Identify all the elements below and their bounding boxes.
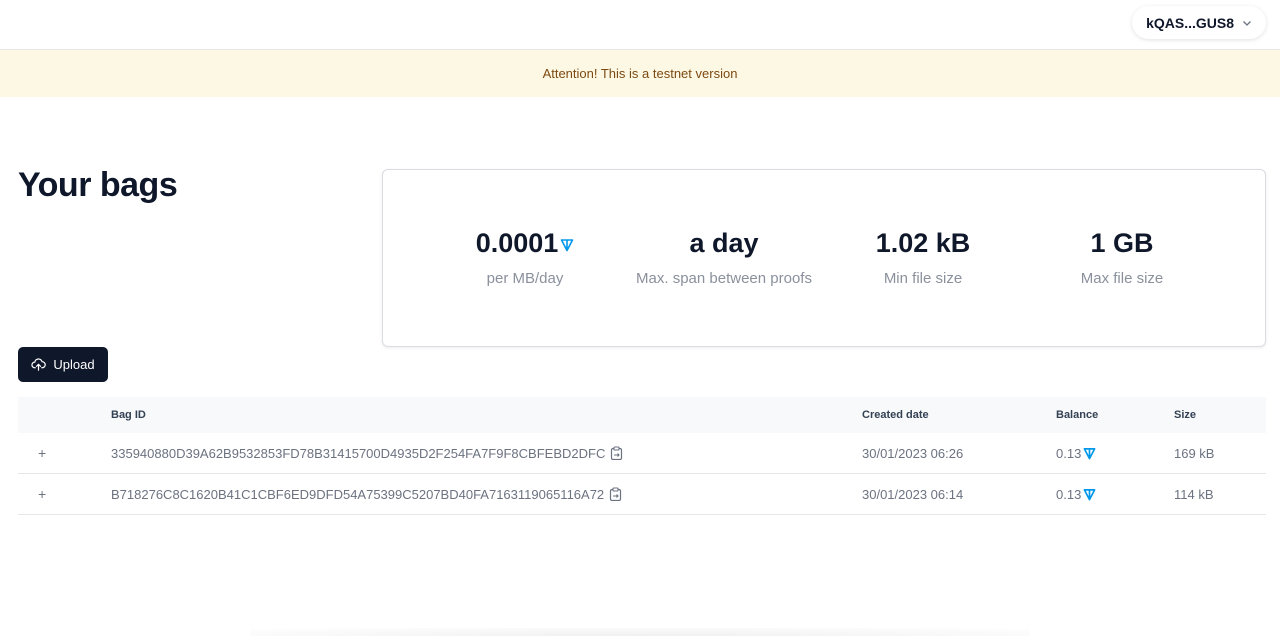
balance-value: 0.13 — [1056, 445, 1082, 461]
copy-icon[interactable] — [609, 487, 622, 501]
upload-button-label: Upload — [53, 357, 95, 372]
page-title: Your bags — [18, 166, 178, 204]
column-size: Size — [1174, 409, 1197, 421]
chevron-down-icon — [1243, 20, 1251, 26]
expand-row-button[interactable]: + — [38, 433, 46, 473]
expand-row-button[interactable]: + — [38, 474, 46, 514]
stat-max-size-value: 1 GB — [1090, 227, 1154, 258]
stat-min-size-value: 1.02 kB — [875, 227, 971, 258]
stat-price-label: per MB/day — [486, 270, 564, 287]
wallet-dropdown[interactable]: kQAS...GUS8 — [1132, 6, 1266, 39]
bag-size: 114 kB — [1174, 486, 1214, 502]
bottom-edge-shadow — [250, 628, 1030, 636]
bag-id: 335940880D39A62B9532853FD78B31415700D493… — [111, 445, 606, 461]
stat-price: 0.0001 per MB/day — [425, 226, 625, 287]
column-bag-id: Bag ID — [111, 409, 146, 421]
bag-id: B718276C8C1620B41C1CBF6ED9DFD54A75399C52… — [111, 486, 605, 502]
balance-value: 0.13 — [1056, 486, 1082, 502]
stat-proof-span-label: Max. span between proofs — [636, 270, 812, 287]
created-date: 30/01/2023 06:14 — [862, 486, 964, 502]
upload-button[interactable]: Upload — [18, 347, 108, 382]
cloud-upload-icon — [31, 358, 47, 371]
stat-min-size: 1.02 kB Min file size — [823, 226, 1023, 288]
bag-size: 169 kB — [1174, 445, 1215, 461]
testnet-banner: Attention! This is a testnet version — [0, 50, 1280, 97]
table-row: + 335940880D39A62B9532853FD78B31415700D4… — [18, 433, 1266, 474]
testnet-banner-text: Attention! This is a testnet version — [542, 66, 738, 81]
wallet-address: kQAS...GUS8 — [1146, 14, 1234, 31]
ton-icon — [560, 239, 574, 252]
stats-panel: 0.0001 per MB/day a day Max. span betwee… — [382, 169, 1266, 347]
stat-max-size: 1 GB Max file size — [1022, 226, 1222, 288]
table-header: Bag ID Created date Balance Size — [18, 397, 1266, 433]
copy-icon[interactable] — [610, 446, 623, 460]
bags-table: Bag ID Created date Balance Size + 33594… — [18, 397, 1266, 515]
column-created-date: Created date — [862, 409, 929, 421]
stat-proof-span-value: a day — [689, 227, 759, 258]
column-balance: Balance — [1056, 409, 1099, 421]
created-date: 30/01/2023 06:26 — [862, 445, 964, 461]
stat-min-size-label: Min file size — [883, 270, 963, 287]
ton-icon — [1083, 447, 1096, 459]
stat-proof-span: a day Max. span between proofs — [624, 226, 824, 288]
stat-price-value: 0.0001 — [475, 227, 559, 258]
top-header: kQAS...GUS8 — [0, 0, 1280, 50]
table-row: + B718276C8C1620B41C1CBF6ED9DFD54A75399C… — [18, 474, 1266, 515]
ton-icon — [1083, 488, 1096, 500]
stat-max-size-label: Max file size — [1080, 270, 1164, 287]
